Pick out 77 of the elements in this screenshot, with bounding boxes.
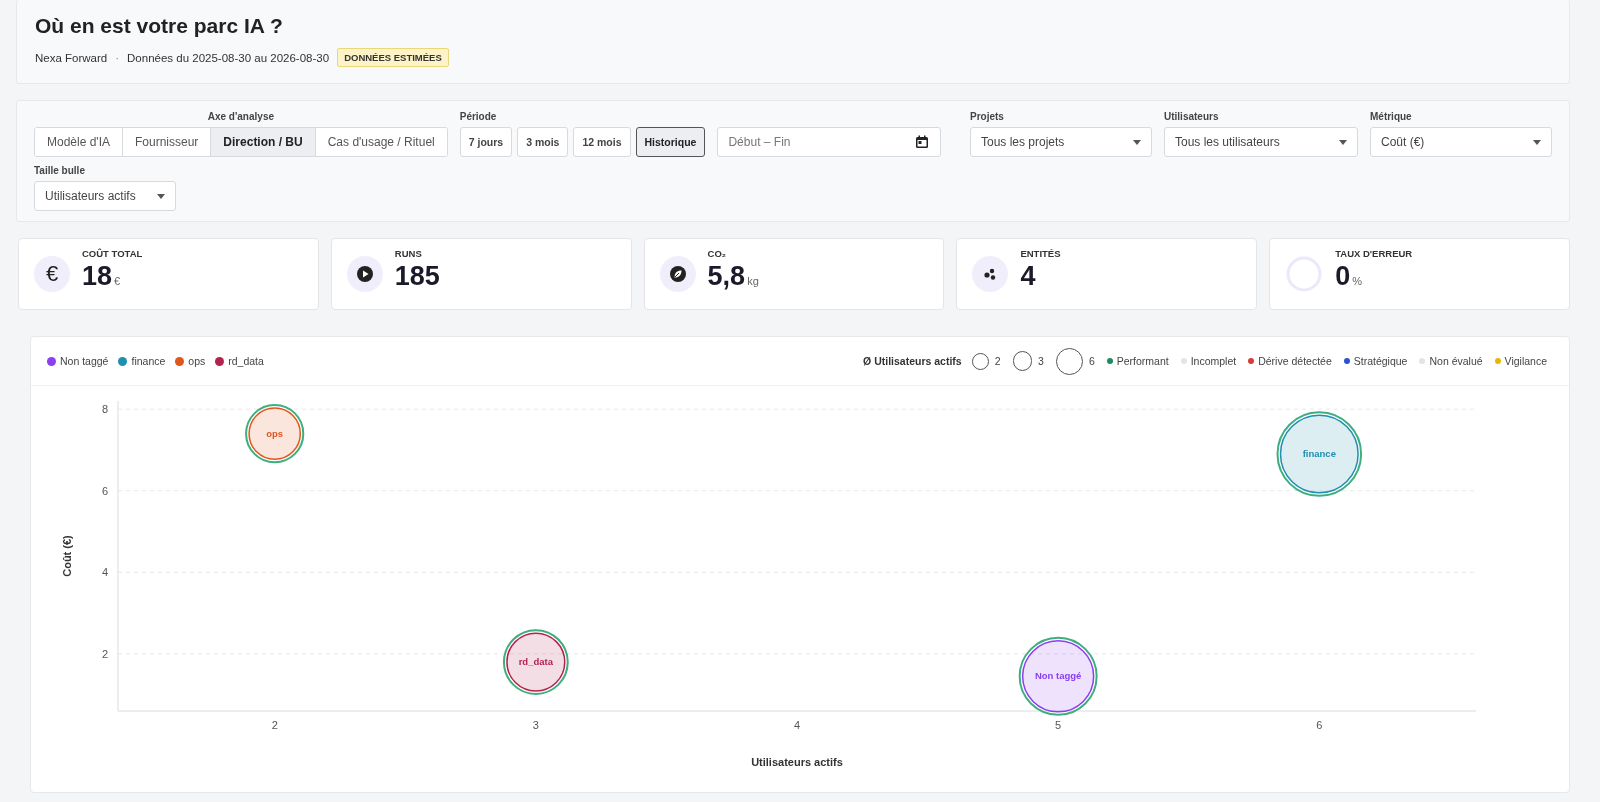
x-tick-label: 6 <box>1316 719 1323 731</box>
kpi-value: 4 <box>1020 261 1036 292</box>
date-range-field[interactable]: Début – Fin <box>717 127 942 157</box>
y-tick-label: 4 <box>101 566 108 579</box>
dropdown[interactable]: Tous les projets <box>970 127 1152 157</box>
bubble-label: finance <box>1302 448 1336 460</box>
bubble[interactable] <box>1018 636 1098 716</box>
kpi-unit: % <box>1352 275 1362 287</box>
legend-label: finance <box>131 355 166 367</box>
kpi-label: ENTITÉS <box>1020 248 1061 259</box>
y-tick-label: 6 <box>101 484 108 497</box>
y-tick-label: 2 <box>101 647 108 660</box>
calendar-icon <box>915 135 930 149</box>
page-title: Où en est votre parc IA ? <box>35 14 284 38</box>
estimate-badge: DONNÉES ESTIMÉES <box>337 48 449 67</box>
kpi-label: CO₂ <box>707 248 728 259</box>
bubble-label: rd_data <box>518 656 553 668</box>
kpi-value: 18 <box>82 261 113 292</box>
segment-tab[interactable]: Modèle d'IA <box>35 128 123 156</box>
dropdown[interactable]: Coût (€) <box>1370 127 1552 157</box>
y-axis-title: Coût (€) <box>61 535 73 577</box>
bubble-label: ops <box>266 427 284 439</box>
kpi-label: COÛT TOTAL <box>82 248 143 259</box>
play-icon <box>346 256 383 292</box>
caret-icon <box>1339 139 1347 145</box>
bubble[interactable] <box>245 404 305 464</box>
caret-icon <box>1133 139 1141 145</box>
x-tick-label: 5 <box>1055 719 1062 731</box>
field-label: Axe d'analyse <box>206 111 275 122</box>
period-button[interactable]: 7 jours <box>459 127 513 157</box>
x-axis-title: Utilisateurs actifs <box>751 756 843 768</box>
legend-label: Non taggé <box>60 355 109 367</box>
legend-label: rd_data <box>228 355 264 367</box>
period-button[interactable]: 12 mois <box>573 127 631 157</box>
period-button[interactable]: Historique <box>635 127 706 157</box>
separator: · <box>115 51 120 64</box>
bubble[interactable] <box>502 629 569 695</box>
caret-icon <box>1533 139 1541 145</box>
kpi-value: 185 <box>394 261 440 292</box>
segment-tab[interactable]: Direction / BU <box>211 128 316 156</box>
caret-icon <box>157 193 165 199</box>
leaf-icon <box>659 256 696 292</box>
y-tick-label: 8 <box>101 403 108 416</box>
size-legend-title: Ø Utilisateurs actifs <box>863 355 962 367</box>
legend-label: Stratégique <box>1353 355 1408 367</box>
legend-label: Vigilance <box>1504 355 1547 367</box>
legend-label: Incomplet <box>1190 355 1237 367</box>
field-label: Période <box>459 111 498 122</box>
kpi-value: 5,8 <box>707 261 746 292</box>
size-legend-value: 6 <box>1088 355 1095 367</box>
size-legend-value: 3 <box>1038 355 1044 367</box>
dots-icon <box>972 256 1009 292</box>
kpi-unit: kg <box>747 275 759 287</box>
field-label: Métrique <box>1370 111 1413 122</box>
kpi-label: RUNS <box>394 248 423 259</box>
field-label: Taille bulle <box>34 165 86 176</box>
organization-name: Nexa Forward <box>35 51 108 64</box>
dropdown[interactable]: Utilisateurs actifs <box>34 181 176 211</box>
legend-label: ops <box>188 355 206 367</box>
period-button[interactable]: 3 mois <box>517 127 569 157</box>
euro-icon: € <box>34 256 70 292</box>
field-label: Utilisateurs <box>1164 111 1220 122</box>
x-tick-label: 4 <box>793 719 801 731</box>
x-tick-label: 2 <box>271 719 278 731</box>
bubble[interactable] <box>1276 411 1363 497</box>
legend-label: Non évalué <box>1429 355 1483 367</box>
field-label: Projets <box>970 111 1005 122</box>
dropdown[interactable]: Tous les utilisateurs <box>1164 127 1358 157</box>
x-tick-label: 3 <box>532 719 539 731</box>
legend-label: Dérive détectée <box>1258 355 1332 367</box>
kpi-unit: € <box>114 275 121 287</box>
kpi-label: TAUX D'ERREUR <box>1335 248 1413 259</box>
size-legend-value: 2 <box>994 355 1001 367</box>
bubble-label: Non taggé <box>1034 670 1082 682</box>
legend-label: Performant <box>1116 355 1169 367</box>
kpi-value: 0 <box>1335 261 1351 292</box>
date-range-text: Données du 2025-08-30 au 2026-08-30 <box>127 51 330 64</box>
